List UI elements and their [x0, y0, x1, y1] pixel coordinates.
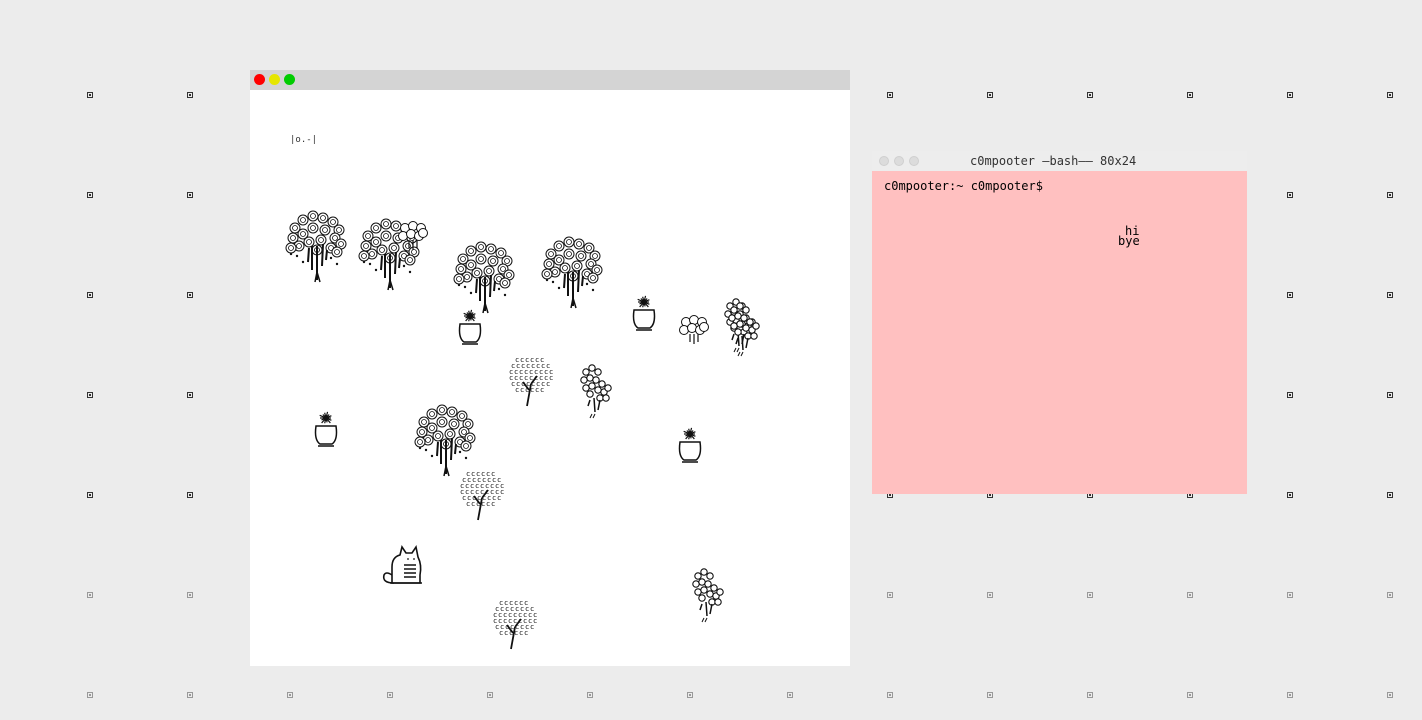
swirl-tree-sprite [414, 404, 476, 477]
desktop-grid-dot [1287, 192, 1293, 198]
zoom-button[interactable] [284, 74, 295, 85]
desktop-grid-dot [187, 392, 193, 398]
desktop-grid-dot [1287, 392, 1293, 398]
terminal-title: c0mpooter —bash—— 80x24 [970, 154, 1137, 168]
desktop-grid-dot [87, 492, 93, 498]
game-window-titlebar[interactable] [250, 70, 850, 90]
desktop-grid-dot [887, 92, 893, 98]
desktop-grid-dot [187, 192, 193, 198]
svg-text:c: c [546, 380, 550, 388]
desktop-grid-dot [987, 592, 993, 598]
desktop-grid-dot [1387, 392, 1393, 398]
minimize-button[interactable] [269, 74, 280, 85]
desktop-grid-dot [1387, 92, 1393, 98]
desktop-grid-dot [1387, 692, 1393, 698]
swirl-tree-sprite [285, 210, 347, 283]
terminal-close-button[interactable] [879, 156, 889, 166]
svg-text:c: c [499, 629, 503, 637]
leaf-tree-sprite: c c c c c cc c c c c c c cc c c c c c c c cc c c c c c c c cc c c c c c c c… [509, 356, 553, 407]
terminal-minimize-button[interactable] [894, 156, 904, 166]
desktop-grid-dot [1287, 692, 1293, 698]
desktop-grid-dot [1287, 592, 1293, 598]
svg-text:c: c [497, 494, 501, 502]
desktop-grid-dot [1087, 692, 1093, 698]
desktop-grid-dot [1387, 492, 1393, 498]
potted-plant-sprite [458, 309, 482, 345]
desktop-grid-dot [87, 292, 93, 298]
swirl-tree-sprite [453, 241, 515, 314]
desktop-grid-dot [1287, 92, 1293, 98]
leaf-tree-sprite: c c c c c cc c c c c c c cc c c c c c c c cc c c c c c c c cc c c c c c c c… [460, 470, 504, 521]
svg-text:c: c [471, 500, 475, 508]
desktop-grid-dot [1387, 192, 1393, 198]
desktop-grid-dot [1387, 592, 1393, 598]
svg-text:c: c [540, 386, 544, 394]
desktop-grid-dot [787, 692, 793, 698]
desktop-grid-dot [687, 692, 693, 698]
desktop-grid-dot [1287, 492, 1293, 498]
desktop-grid-dot [87, 392, 93, 398]
bubble-tree-sprite [728, 302, 760, 357]
svg-text:c: c [524, 629, 528, 637]
desktop-grid-dot [387, 692, 393, 698]
terminal-prompt[interactable]: c0mpooter:~ c0mpooter$ [884, 179, 1043, 193]
desktop-grid-dot [1087, 92, 1093, 98]
swirl-tree-sprite [541, 236, 603, 309]
svg-text:c: c [535, 386, 539, 394]
terminal-titlebar[interactable]: c0mpooter —bash—— 80x24 [872, 151, 1247, 171]
terminal-window[interactable]: c0mpooter —bash—— 80x24 c0mpooter:~ c0mp… [872, 151, 1247, 494]
desktop-grid-dot [87, 192, 93, 198]
desktop-grid-dot [1387, 292, 1393, 298]
desktop-grid-dot [487, 692, 493, 698]
desktop-grid-dot [187, 292, 193, 298]
desktop-grid-dot [1187, 92, 1193, 98]
potted-plant-sprite [632, 295, 656, 331]
terminal-output-bye: bye [1118, 234, 1140, 248]
desktop-grid-dot [1287, 292, 1293, 298]
close-button[interactable] [254, 74, 265, 85]
desktop-grid-dot [987, 692, 993, 698]
desktop-grid-dot [287, 692, 293, 698]
desktop-grid-dot [1187, 692, 1193, 698]
svg-text:c: c [486, 500, 490, 508]
svg-text:c: c [520, 386, 524, 394]
desktop-grid-dot [187, 692, 193, 698]
svg-text:c: c [530, 623, 534, 631]
desktop-grid-dot [887, 692, 893, 698]
potted-plant-sprite [678, 427, 702, 463]
desktop-grid-dot [587, 692, 593, 698]
game-window[interactable]: |o.-| cccccccccccccccccccccccccccccccccc… [250, 70, 850, 666]
desktop-grid-dot [87, 692, 93, 698]
cat-sprite [382, 544, 422, 584]
puff-tree-sprite [679, 315, 709, 344]
desktop-grid-dot [1087, 592, 1093, 598]
desktop-grid-dot [887, 592, 893, 598]
desktop-grid-dot [987, 92, 993, 98]
terminal-zoom-button[interactable] [909, 156, 919, 166]
svg-text:c: c [519, 629, 523, 637]
desktop-grid-dot [187, 592, 193, 598]
desktop-grid-dot [187, 492, 193, 498]
svg-text:c: c [491, 500, 495, 508]
game-canvas[interactable]: c c c c c cc c c c c c c cc c c c c c c c cc c c c c c c c cc c c c c c c c… [250, 90, 850, 666]
svg-text:c: c [466, 500, 470, 508]
desktop-grid-dot [87, 92, 93, 98]
desktop-grid-dot [1187, 592, 1193, 598]
svg-text:c: c [504, 629, 508, 637]
potted-plant-sprite [314, 411, 338, 447]
svg-text:c: c [515, 386, 519, 394]
bubble-tree-sprite [580, 364, 612, 419]
desktop-grid-dot [187, 92, 193, 98]
leaf-tree-sprite: c c c c c cc c c c c c c cc c c c c c c c cc c c c c c c c cc c c c c c c c… [493, 599, 537, 650]
bubble-tree-sprite [692, 568, 724, 623]
desktop-grid-dot [87, 592, 93, 598]
